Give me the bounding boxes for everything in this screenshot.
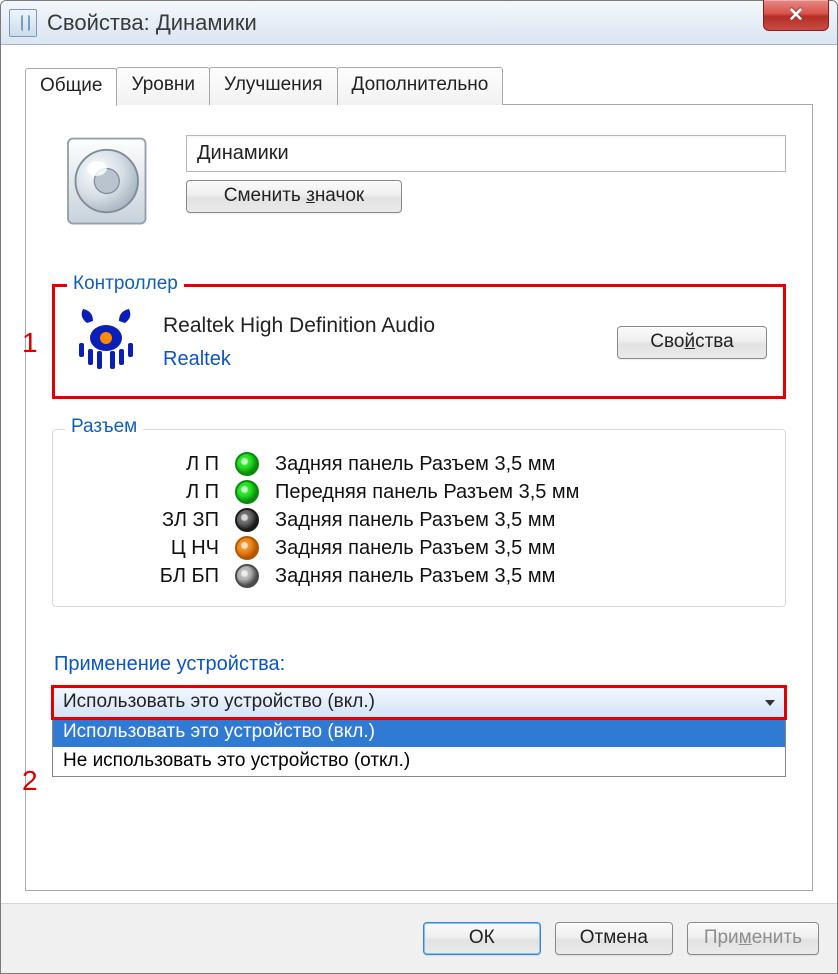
jack-description: Задняя панель Разъем 3,5 мм (275, 509, 555, 532)
dialog-footer: ОК Отмена Применить (1, 903, 837, 973)
titlebar[interactable]: Свойства: Динамики ✕ (1, 1, 837, 45)
jack-color-dot (235, 564, 259, 588)
jack-channel-label: ЗЛ ЗП (133, 509, 219, 532)
jack-channel-label: Л П (133, 481, 219, 504)
chevron-down-icon (765, 700, 775, 706)
jack-color-dot (235, 480, 259, 504)
jack-description: Передняя панель Разъем 3,5 мм (275, 481, 579, 504)
cancel-button[interactable]: Отмена (555, 922, 673, 955)
combo-value: Использовать это устройство (вкл.) (63, 691, 375, 712)
close-button[interactable]: ✕ (763, 0, 829, 31)
app-icon (9, 9, 37, 37)
controller-row: Realtek High Definition Audio Realtek Св… (71, 305, 767, 380)
jack-channel-label: Л П (133, 453, 219, 476)
jack-row: Ц НЧ Задняя панель Разъем 3,5 мм (133, 536, 769, 560)
jack-color-dot (235, 452, 259, 476)
jack-channel-label: Ц НЧ (133, 537, 219, 560)
apply-button[interactable]: Применить (687, 922, 819, 955)
ok-button[interactable]: ОК (423, 922, 541, 955)
device-header: Сменить значок (58, 131, 786, 236)
device-name-input[interactable] (186, 135, 786, 172)
jack-color-dot (235, 508, 259, 532)
controller-name: Realtek High Definition Audio (163, 314, 595, 338)
annotation-one: 1 (22, 327, 38, 359)
tab-panel-general: Сменить значок 1 Контроллер (25, 104, 813, 891)
device-usage-combo[interactable]: Использовать это устройство (вкл.) (52, 686, 786, 719)
controller-legend: Контроллер (67, 273, 184, 295)
change-icon-button[interactable]: Сменить значок (186, 180, 402, 213)
usage-option-disable[interactable]: Не использовать это устройство (откл.) (53, 747, 785, 776)
jack-row: Л П Задняя панель Разъем 3,5 мм (133, 452, 769, 476)
jack-description: Задняя панель Разъем 3,5 мм (275, 453, 555, 476)
device-usage-label: Применение устройства: (54, 653, 786, 676)
tab-strip: Общие Уровни Улучшения Дополнительно (25, 67, 813, 105)
jack-color-dot (235, 536, 259, 560)
tab-enhancements[interactable]: Улучшения (209, 67, 338, 105)
jack-row: ЗЛ ЗП Задняя панель Разъем 3,5 мм (133, 508, 769, 532)
device-usage-dropdown: Использовать это устройство (вкл.) Не ис… (52, 718, 786, 777)
controller-info: Realtek High Definition Audio Realtek (163, 314, 595, 371)
controller-group: Контроллер (52, 284, 786, 399)
tab-general[interactable]: Общие (25, 68, 117, 106)
realtek-crab-icon (71, 305, 141, 380)
properties-window: Свойства: Динамики ✕ Общие Уровни Улучше… (0, 0, 838, 974)
jack-channel-label: БЛ БП (133, 565, 219, 588)
jack-legend: Разъем (65, 416, 143, 438)
jack-row: БЛ БП Задняя панель Разъем 3,5 мм (133, 564, 769, 588)
device-fields: Сменить значок (186, 131, 786, 213)
jack-row: Л П Передняя панель Разъем 3,5 мм (133, 480, 769, 504)
speaker-icon (58, 131, 158, 236)
usage-option-enable[interactable]: Использовать это устройство (вкл.) (53, 718, 785, 747)
content-area: Общие Уровни Улучшения Дополнительно (1, 45, 837, 903)
close-icon: ✕ (788, 4, 804, 27)
jack-description: Задняя панель Разъем 3,5 мм (275, 537, 555, 560)
device-usage-combo-wrap: Использовать это устройство (вкл.) (52, 686, 786, 719)
tab-advanced[interactable]: Дополнительно (337, 67, 504, 105)
jack-description: Задняя панель Разъем 3,5 мм (275, 565, 555, 588)
window-title: Свойства: Динамики (47, 10, 257, 36)
jack-group: Разъем Л ПЗадняя панель Разъем 3,5 ммЛ П… (52, 429, 786, 607)
controller-vendor-link[interactable]: Realtek (163, 348, 595, 371)
tab-levels[interactable]: Уровни (116, 67, 210, 105)
jack-list: Л П Задняя панель Разъем 3,5 мм Л П Передня… (69, 448, 769, 590)
annotation-two: 2 (22, 765, 38, 797)
controller-properties-button[interactable]: Свойства (617, 326, 767, 359)
